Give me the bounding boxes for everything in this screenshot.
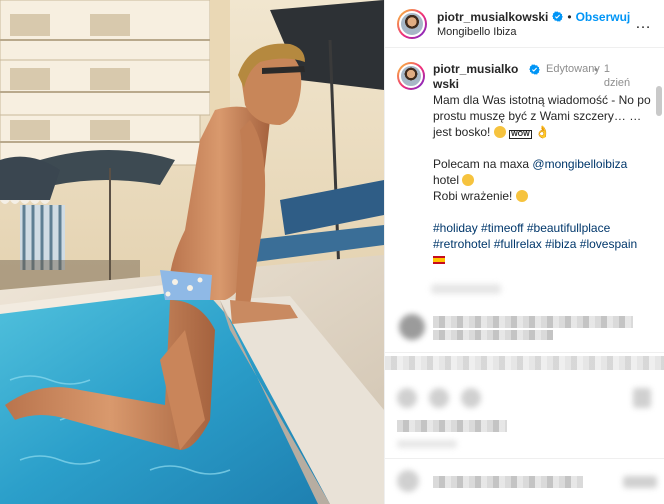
verified-badge-icon <box>552 11 564 22</box>
caption-avatar[interactable] <box>397 62 425 90</box>
post-header: piotr_musialkowski • Obserwuj Mongibello… <box>385 0 664 48</box>
hashtag-link[interactable]: #fullrelax <box>494 237 542 251</box>
hashtag-list: #holiday #timeoff #beautifullplace #retr… <box>433 220 652 268</box>
post-time[interactable]: 1 dzień <box>604 62 632 90</box>
hotel-mention-link[interactable]: @mongibelloibiza <box>532 157 627 171</box>
blurred-comment <box>433 330 553 340</box>
post-sidebar: piotr_musialkowski • Obserwuj Mongibello… <box>384 0 664 504</box>
header-separator: • <box>567 9 572 24</box>
caption-line-2-suffix: hotel <box>433 173 460 187</box>
caption-text: Mam dla Was istotną wiadomość - No po pr… <box>433 92 652 268</box>
blurred-comment <box>433 316 633 328</box>
edited-label: Edytowany <box>546 63 600 75</box>
smile-emoji-icon <box>462 174 475 186</box>
time-separator: • <box>594 64 598 76</box>
blurred-action-icon <box>633 388 651 408</box>
hashtag-link[interactable]: #ibiza <box>545 237 576 251</box>
author-avatar[interactable] <box>397 9 427 39</box>
post-photo[interactable] <box>0 0 384 504</box>
blurred-avatar <box>399 314 425 340</box>
verified-badge-icon <box>529 64 540 75</box>
pool-scene-image <box>0 0 384 504</box>
author-username[interactable]: piotr_musialkowski <box>437 10 548 24</box>
caption-comment: piotr_musialkowski Edytowany • 1 dzień M… <box>385 48 664 268</box>
spain-flag-icon <box>433 256 445 264</box>
caption-line-2-prefix: Polecam na maxa <box>433 157 530 171</box>
blurred-action-icon <box>397 388 417 408</box>
blurred-likes <box>397 420 507 432</box>
hashtag-link[interactable]: #retrohotel <box>433 237 490 251</box>
blurred-date <box>397 440 457 448</box>
caption-line-3: Robi wrażenie! <box>433 189 513 203</box>
hashtag-link[interactable]: #timeoff <box>481 221 523 235</box>
hashtag-link[interactable]: #lovespain <box>580 237 637 251</box>
post-location[interactable]: Mongibello Ibiza <box>437 26 631 38</box>
hashtag-link[interactable]: #beautifullplace <box>527 221 610 235</box>
wow-sticker-icon: WOW <box>509 130 532 139</box>
caption-username[interactable]: piotr_musialkowski <box>433 62 527 92</box>
hashtag-link[interactable]: #holiday <box>433 221 478 235</box>
blurred-emoji-icon <box>397 470 419 492</box>
flushed-emoji-icon <box>515 190 528 202</box>
blurred-comment-input <box>433 476 583 488</box>
blurred-post-button <box>623 476 657 488</box>
follow-button[interactable]: Obserwuj <box>576 10 631 24</box>
more-options-icon[interactable]: … <box>631 15 656 33</box>
blurred-action-icon <box>429 388 449 408</box>
author-info: piotr_musialkowski • Obserwuj Mongibello… <box>437 10 631 38</box>
blurred-action-icon <box>461 388 481 408</box>
ok-hand-emoji-icon: 👌 <box>535 125 551 139</box>
blurred-bar <box>385 356 664 370</box>
blurred-text <box>431 284 501 294</box>
grin-emoji-icon <box>493 126 506 138</box>
comments-scrollbar[interactable] <box>656 86 662 116</box>
